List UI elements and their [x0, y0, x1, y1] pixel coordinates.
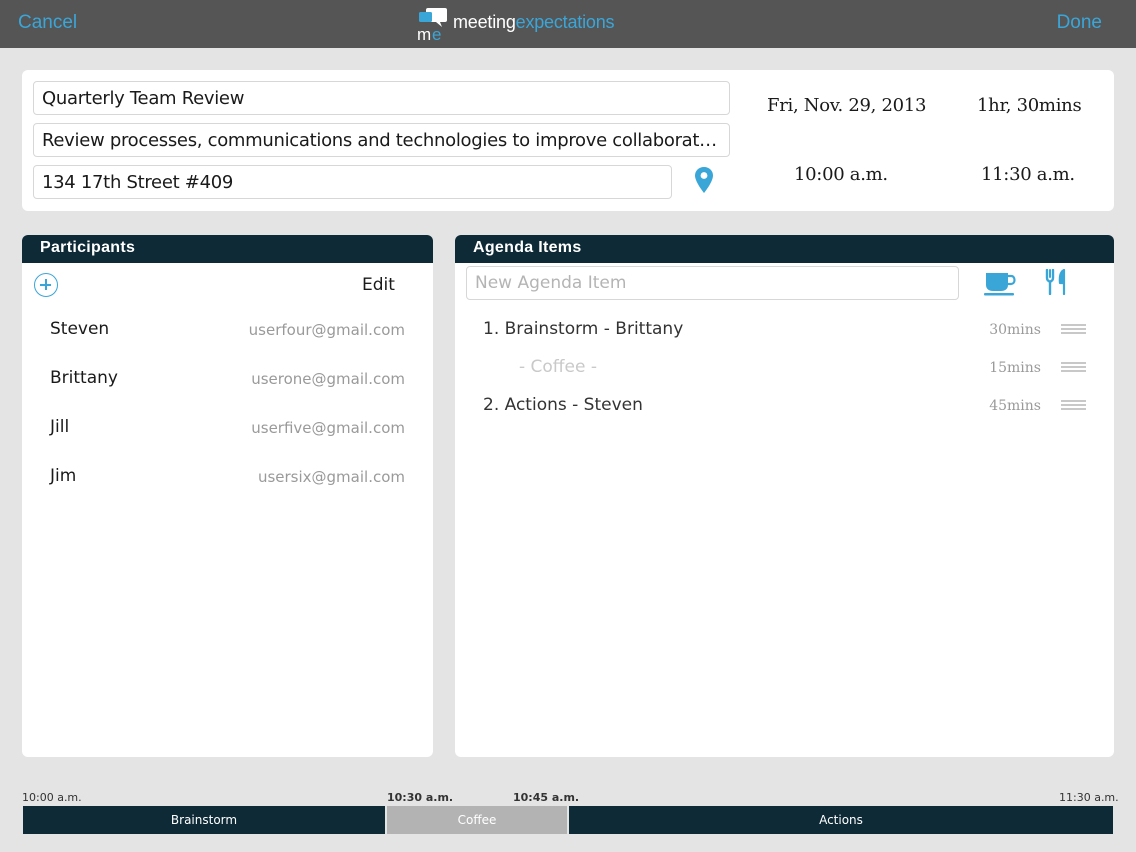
logo-word-expectations: expectations — [515, 12, 615, 32]
participant-row[interactable]: Jill userfive@gmail.com — [22, 417, 433, 461]
logo-wordmark: meetingexpectations — [453, 12, 615, 33]
meeting-duration[interactable]: 1hr, 30mins — [977, 95, 1082, 116]
new-agenda-item-input[interactable] — [466, 266, 959, 300]
cancel-button[interactable]: Cancel — [18, 12, 77, 34]
timeline-label: 10:45 a.m. — [513, 791, 580, 804]
agenda-row[interactable]: 1. Brainstorm - Brittany 30mins — [455, 319, 1114, 355]
participant-row[interactable]: Steven userfour@gmail.com — [22, 319, 433, 363]
fork-knife-icon[interactable] — [1045, 269, 1069, 295]
drag-handle-icon[interactable] — [1061, 400, 1086, 411]
app-logo: m e meetingexpectations — [416, 7, 646, 41]
participant-name: Brittany — [50, 368, 118, 388]
participant-email: usersix@gmail.com — [257, 468, 405, 486]
svg-text:m: m — [417, 25, 431, 41]
participant-name: Jim — [50, 466, 77, 486]
meeting-end-time[interactable]: 11:30 a.m. — [981, 164, 1075, 185]
logo-word-meeting: meeting — [453, 12, 516, 32]
meeting-title-field[interactable]: Quarterly Team Review — [33, 81, 730, 115]
participants-header: Participants — [22, 235, 433, 263]
meeting-details-card: Quarterly Team Review Review processes, … — [22, 70, 1114, 211]
participant-name: Steven — [50, 319, 110, 339]
drag-handle-icon[interactable] — [1061, 324, 1086, 335]
timeline-label-start: 10:00 a.m. — [22, 791, 82, 804]
participant-email: userfour@gmail.com — [248, 321, 405, 339]
logo-mark-icon: m e — [417, 8, 447, 41]
participant-row[interactable]: Brittany userone@gmail.com — [22, 368, 433, 412]
agenda-item-duration: 15mins — [989, 360, 1041, 376]
agenda-row[interactable]: 2. Actions - Steven 45mins — [455, 395, 1114, 431]
participant-email: userone@gmail.com — [251, 370, 405, 388]
participant-name: Jill — [50, 417, 70, 437]
meeting-description-field[interactable]: Review processes, communications and tec… — [33, 123, 730, 157]
add-participant-button[interactable] — [34, 273, 58, 297]
agenda-item-label: 1. Brainstorm - Brittany — [483, 319, 684, 339]
agenda-item-duration: 30mins — [989, 322, 1041, 338]
agenda-header: Agenda Items — [455, 235, 1114, 263]
meeting-location-field[interactable]: 134 17th Street #409 — [33, 165, 672, 199]
participant-row[interactable]: Jim usersix@gmail.com — [22, 466, 433, 510]
top-bar: Cancel m e meetingexpectations Done — [0, 0, 1136, 48]
meeting-start-time[interactable]: 10:00 a.m. — [794, 164, 888, 185]
location-pin-icon[interactable] — [694, 166, 714, 194]
participants-panel: Participants Edit Steven userfour@gmail.… — [22, 235, 433, 757]
timeline-label-end: 11:30 a.m. — [1059, 791, 1119, 804]
agenda-row[interactable]: - Coffee - 15mins — [455, 357, 1114, 393]
agenda-panel: Agenda Items 1. Brainstorm - Brittany 30… — [455, 235, 1114, 757]
edit-participants-button[interactable]: Edit — [362, 275, 395, 295]
coffee-cup-icon[interactable] — [984, 270, 1016, 296]
timeline-segment-brainstorm[interactable]: Brainstorm — [23, 806, 385, 834]
participant-email: userfive@gmail.com — [251, 419, 405, 437]
agenda-item-label: 2. Actions - Steven — [483, 395, 643, 415]
drag-handle-icon[interactable] — [1061, 362, 1086, 373]
agenda-item-duration: 45mins — [989, 398, 1041, 414]
timeline-segment-actions[interactable]: Actions — [569, 806, 1113, 834]
timeline-segment-coffee[interactable]: Coffee — [387, 806, 567, 834]
done-button[interactable]: Done — [1057, 12, 1102, 34]
meeting-date[interactable]: Fri, Nov. 29, 2013 — [767, 95, 926, 116]
agenda-break-label: - Coffee - — [519, 357, 597, 377]
svg-text:e: e — [432, 25, 441, 41]
timeline-label: 10:30 a.m. — [387, 791, 454, 804]
